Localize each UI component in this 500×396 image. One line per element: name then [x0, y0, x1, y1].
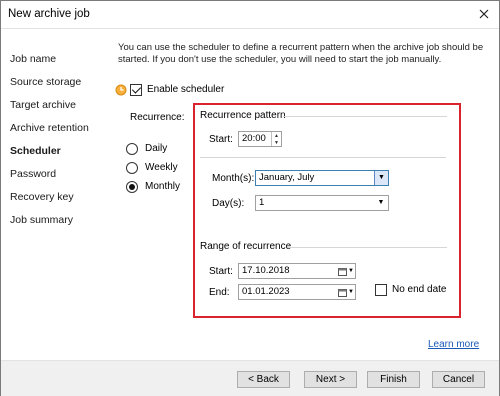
- title-bar: New archive job: [1, 1, 499, 29]
- months-dropdown[interactable]: January, July ▼: [255, 170, 389, 186]
- sidebar-item-target-archive[interactable]: Target archive: [10, 99, 76, 111]
- sidebar-item-job-name[interactable]: Job name: [10, 53, 56, 65]
- sidebar-item-recovery-key[interactable]: Recovery key: [10, 191, 74, 203]
- months-label: Month(s):: [212, 173, 255, 184]
- wizard-footer: < Back Next > Finish Cancel: [1, 360, 499, 396]
- calendar-icon[interactable]: ▼: [337, 264, 355, 278]
- no-end-date-checkbox[interactable]: [375, 284, 387, 296]
- days-label: Day(s):: [212, 198, 245, 209]
- recurrence-pattern-title: Recurrence pattern: [200, 110, 286, 121]
- range-start-date-input[interactable]: 17.10.2018 ▼: [238, 263, 356, 279]
- range-end-label: End:: [209, 287, 230, 298]
- wizard-steps-sidebar: Job name Source storage Target archive A…: [1, 30, 105, 360]
- learn-more-link[interactable]: Learn more: [428, 339, 479, 350]
- range-divider: [288, 247, 447, 248]
- close-icon[interactable]: [475, 5, 493, 23]
- scheduler-panel: You can use the scheduler to define a re…: [105, 30, 499, 360]
- next-button[interactable]: Next >: [304, 371, 357, 388]
- enable-scheduler-checkbox[interactable]: [130, 84, 142, 96]
- sidebar-item-password[interactable]: Password: [10, 168, 56, 180]
- recurrence-weekly-label: Weekly: [145, 162, 178, 173]
- pattern-start-label: Start:: [209, 134, 233, 145]
- pattern-divider: [200, 157, 446, 158]
- scheduler-description: You can use the scheduler to define a re…: [118, 42, 484, 65]
- range-end-date-input[interactable]: 01.01.2023 ▼: [238, 284, 356, 300]
- recurrence-daily-label: Daily: [145, 143, 168, 154]
- no-end-date-label: No end date: [392, 284, 447, 295]
- chevron-down-icon[interactable]: ▼: [374, 171, 388, 185]
- spin-down-icon[interactable]: ▼: [272, 139, 281, 146]
- clock-icon: [115, 84, 127, 96]
- sidebar-item-scheduler[interactable]: Scheduler: [10, 145, 61, 157]
- pattern-start-time-input[interactable]: 20:00 ▲ ▼: [238, 131, 282, 147]
- back-button[interactable]: < Back: [237, 371, 290, 388]
- recurrence-pattern-divider: [283, 116, 447, 117]
- recurrence-monthly-label: Monthly: [145, 181, 181, 192]
- finish-button[interactable]: Finish: [367, 371, 420, 388]
- range-start-label: Start:: [209, 266, 233, 277]
- recurrence-weekly-radio[interactable]: [126, 162, 138, 174]
- recurrence-label: Recurrence:: [130, 112, 185, 123]
- sidebar-item-archive-retention[interactable]: Archive retention: [10, 122, 89, 134]
- cancel-button[interactable]: Cancel: [432, 371, 485, 388]
- chevron-down-icon[interactable]: ▼: [374, 196, 388, 210]
- range-of-recurrence-title: Range of recurrence: [200, 241, 292, 252]
- calendar-icon[interactable]: ▼: [337, 285, 355, 299]
- time-spinner[interactable]: ▲ ▼: [271, 132, 281, 146]
- enable-scheduler-label: Enable scheduler: [147, 84, 225, 95]
- sidebar-item-job-summary[interactable]: Job summary: [10, 214, 73, 226]
- recurrence-monthly-radio[interactable]: [126, 181, 138, 193]
- window-title: New archive job: [8, 8, 90, 20]
- new-archive-job-window: New archive job Job name Source storage …: [0, 0, 500, 396]
- sidebar-item-source-storage[interactable]: Source storage: [10, 76, 81, 88]
- days-dropdown[interactable]: 1 ▼: [255, 195, 389, 211]
- recurrence-daily-radio[interactable]: [126, 143, 138, 155]
